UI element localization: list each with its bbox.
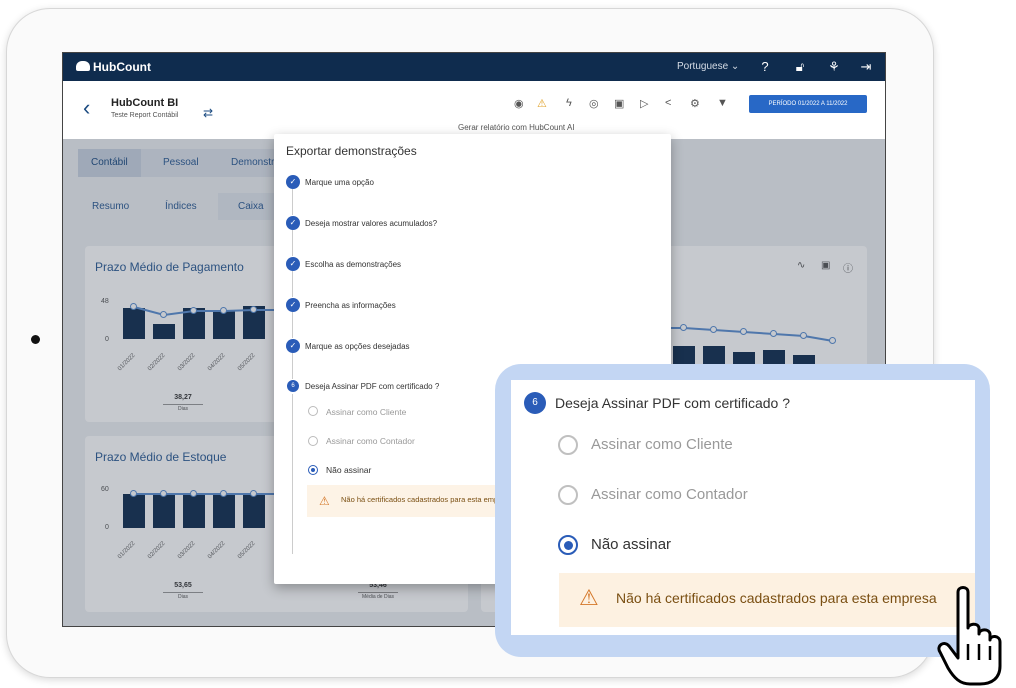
radio-contador[interactable] <box>558 485 578 505</box>
option-label[interactable]: Assinar como Contador <box>326 436 415 446</box>
language-select[interactable]: Portuguese ⌄ <box>677 61 739 72</box>
step-connector <box>292 312 293 338</box>
warning-icon[interactable]: ⚠ <box>537 97 547 110</box>
warning-text: Não há certificados cadastrados para est… <box>616 590 937 606</box>
app-logo: HubCount <box>93 60 151 74</box>
cloud-logo-icon <box>76 61 90 71</box>
radio-nao-assinar[interactable] <box>558 535 578 555</box>
period-button[interactable]: PERÍODO 01/2022 A 11/2022 <box>749 95 867 113</box>
step-label: Deseja Assinar PDF com certificado ? <box>305 382 440 391</box>
check-icon: ✓ <box>286 339 300 353</box>
pin-icon[interactable]: ◉ <box>514 97 524 110</box>
warning-alert: ⚠ Não há certificados cadastrados para e… <box>307 485 527 517</box>
modal-title: Exportar demonstrações <box>286 144 417 158</box>
option-label[interactable]: Não assinar <box>326 465 371 475</box>
step-connector <box>292 394 293 554</box>
warning-icon: ⚠ <box>319 494 330 508</box>
report-title: HubCount BI <box>111 97 179 109</box>
hand-cursor-icon <box>937 586 1002 686</box>
eye-icon[interactable]: ◎ <box>589 97 599 110</box>
option-label[interactable]: Assinar como Contador <box>591 486 748 503</box>
step-number: 6 <box>287 380 299 392</box>
tablet-camera <box>31 335 40 344</box>
step-connector <box>292 189 293 215</box>
radio-cliente[interactable] <box>558 435 578 455</box>
option-label[interactable]: Assinar como Cliente <box>326 407 406 417</box>
step-label[interactable]: Escolha as demonstrações <box>305 260 401 269</box>
check-icon: ✓ <box>286 257 300 271</box>
check-icon: ✓ <box>286 298 300 312</box>
back-arrow-icon[interactable]: ‹ <box>83 95 90 121</box>
option-label[interactable]: Assinar como Cliente <box>591 436 733 453</box>
step-connector <box>292 271 293 297</box>
filter-icon[interactable]: ▼ <box>717 97 728 109</box>
step-label[interactable]: Marque uma opção <box>305 178 374 187</box>
help-icon[interactable]: ? <box>756 58 774 76</box>
image-icon[interactable]: ▣ <box>614 97 624 110</box>
warning-text: Não há certificados cadastrados para est… <box>341 495 513 504</box>
top-bar: HubCount Portuguese ⌄ ? 🔓︎ ⚘ ⇥ <box>63 53 885 81</box>
ai-report-link[interactable]: Gerar relatório com HubCount AI <box>458 123 575 132</box>
step-number: 6 <box>524 392 546 414</box>
radio-cliente[interactable] <box>308 406 318 416</box>
logout-icon[interactable]: ⇥ <box>857 58 875 76</box>
zoom-question: Deseja Assinar PDF com certificado ? <box>555 395 790 411</box>
step-connector <box>292 353 293 379</box>
gear-icon[interactable]: ⚙ <box>690 97 700 110</box>
step-label[interactable]: Deseja mostrar valores acumulados? <box>305 219 437 228</box>
lock-icon[interactable]: 🔓︎ <box>791 58 809 76</box>
play-icon[interactable]: ▷ <box>640 97 648 110</box>
bolt-icon[interactable]: ϟ <box>566 97 572 109</box>
step-label[interactable]: Preencha as informações <box>305 301 396 310</box>
check-icon: ✓ <box>286 216 300 230</box>
warning-alert: ⚠ Não há certificados cadastrados para e… <box>559 573 975 627</box>
zoom-content: 6 Deseja Assinar PDF com certificado ? A… <box>511 380 975 635</box>
check-icon: ✓ <box>286 175 300 189</box>
radio-nao-assinar[interactable] <box>308 465 318 475</box>
share-icon[interactable]: < <box>665 97 671 109</box>
radio-contador[interactable] <box>308 436 318 446</box>
report-subtitle: Teste Report Contábil <box>111 112 179 119</box>
swap-icon[interactable]: ⇄ <box>203 106 213 120</box>
lightbulb-icon[interactable]: ⚘ <box>825 58 843 76</box>
option-label[interactable]: Não assinar <box>591 536 671 553</box>
step-label[interactable]: Marque as opções desejadas <box>305 342 410 351</box>
step-connector <box>292 230 293 256</box>
warning-icon: ⚠ <box>579 585 599 610</box>
